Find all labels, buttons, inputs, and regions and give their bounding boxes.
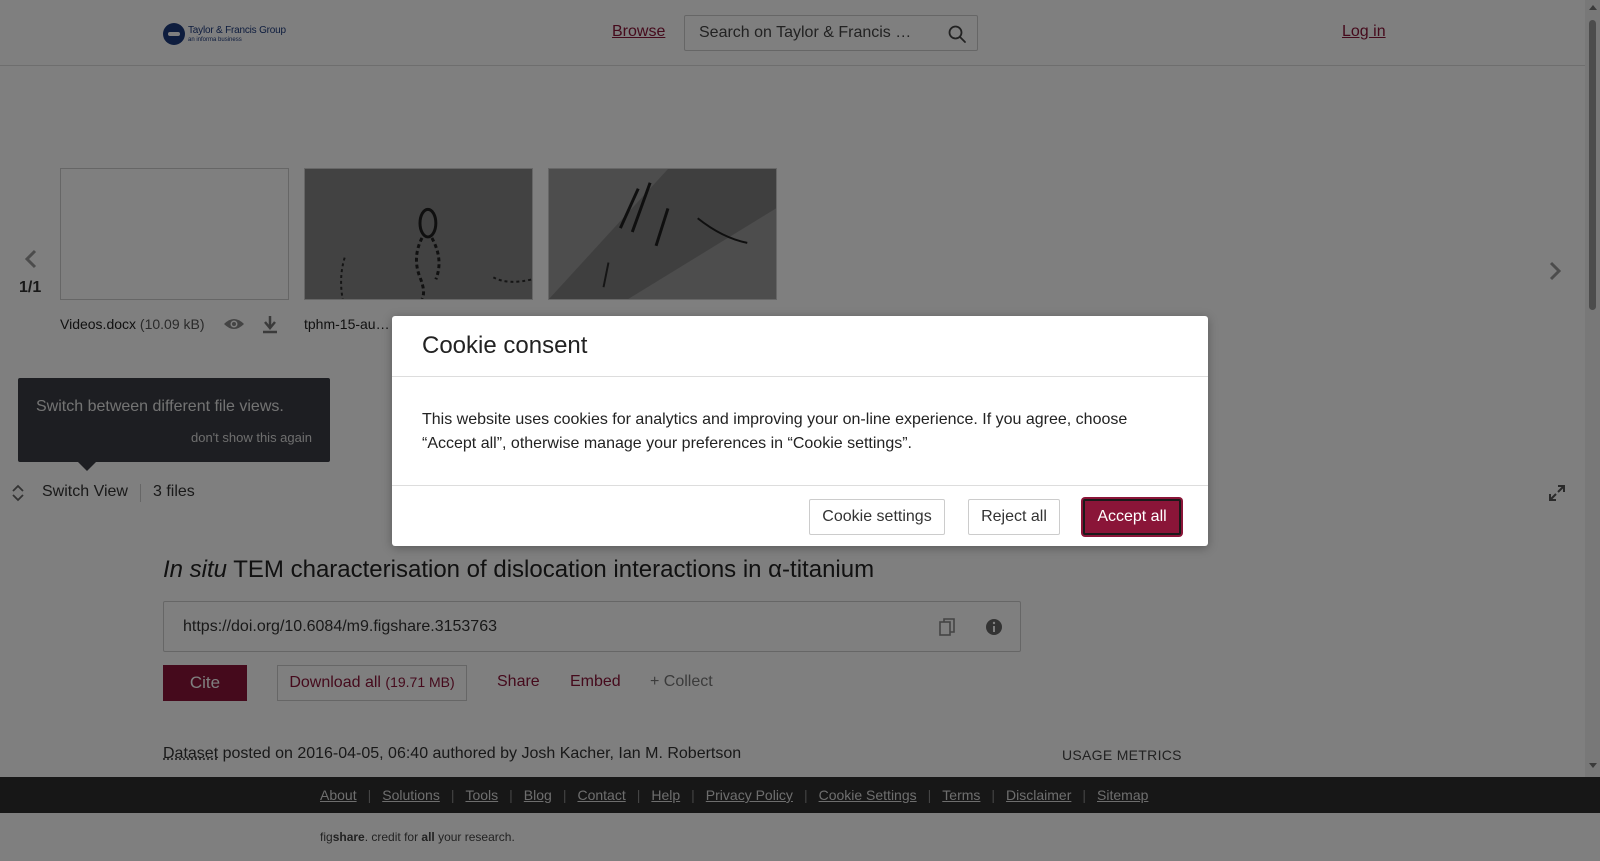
modal-body-text: This website uses cookies for analytics … bbox=[422, 411, 1128, 452]
modal-title: Cookie consent bbox=[422, 332, 588, 359]
modal-header: Cookie consent bbox=[392, 316, 1208, 377]
cookie-settings-button[interactable]: Cookie settings bbox=[809, 499, 945, 535]
modal-footer: Cookie settings Reject all Accept all bbox=[392, 485, 1208, 546]
accept-all-button[interactable]: Accept all bbox=[1083, 499, 1181, 535]
reject-all-button[interactable]: Reject all bbox=[968, 499, 1060, 535]
cookie-consent-dialog: Cookie consent This website uses cookies… bbox=[392, 316, 1208, 546]
